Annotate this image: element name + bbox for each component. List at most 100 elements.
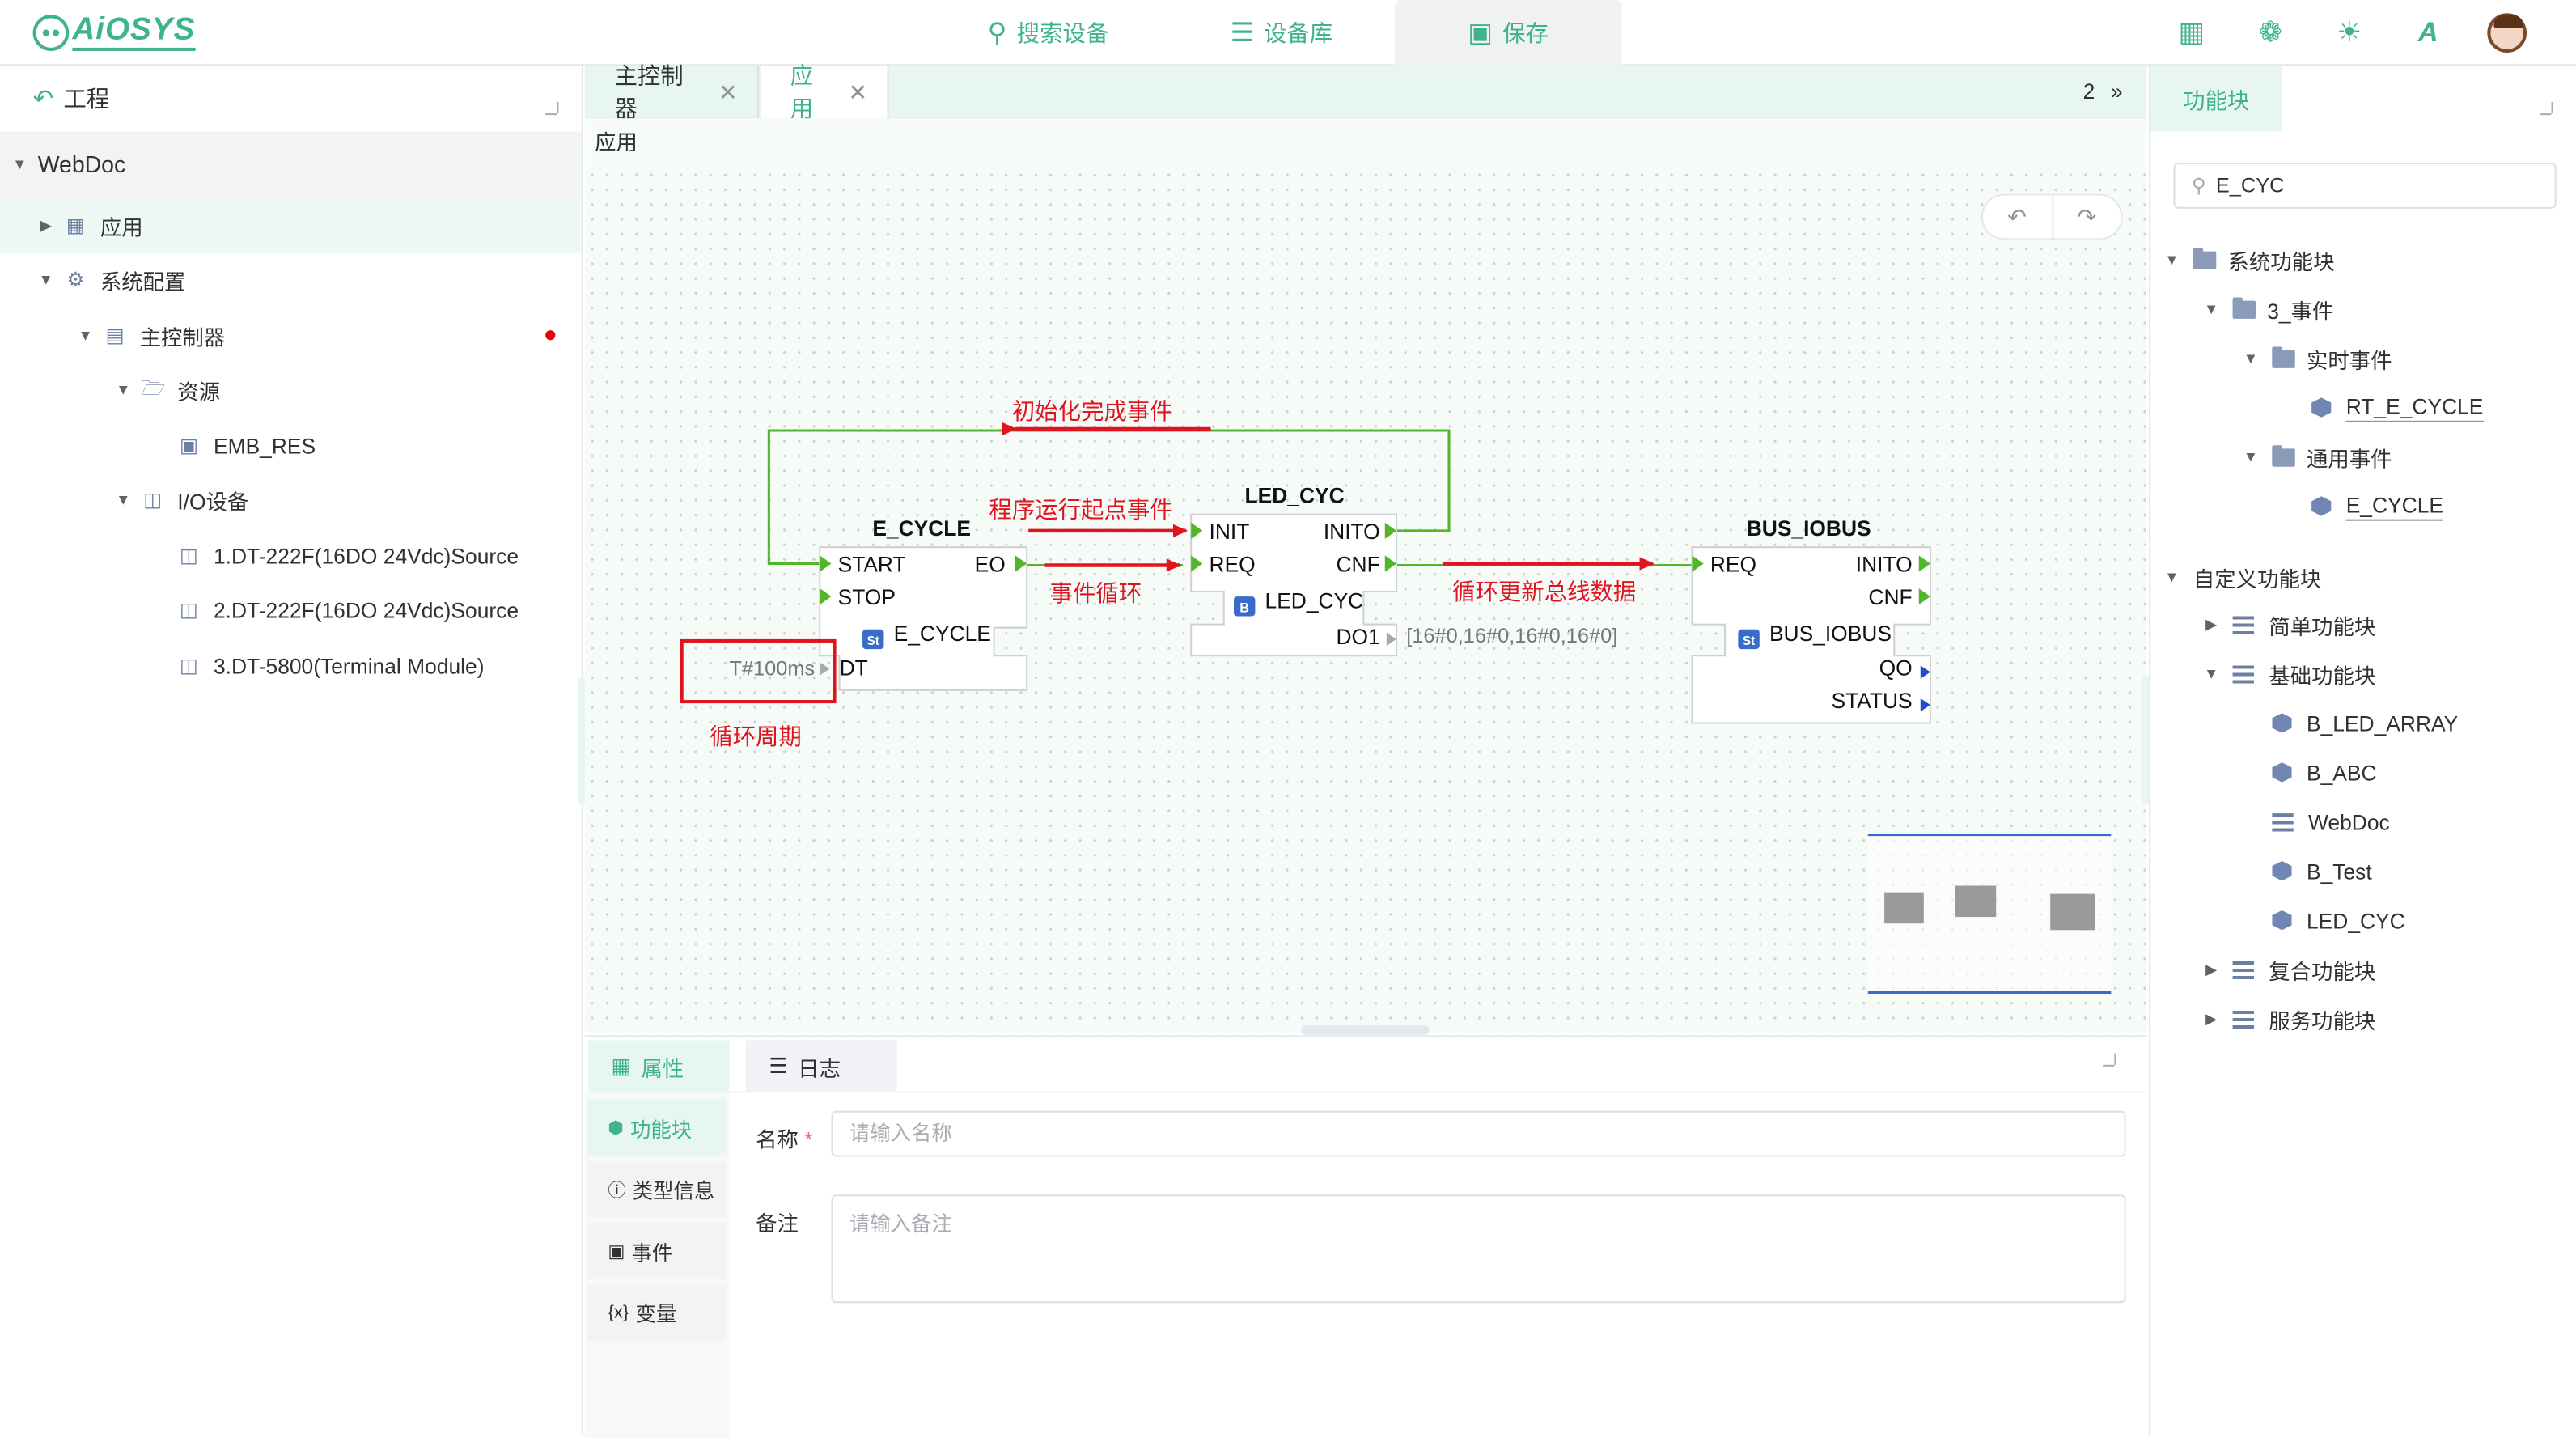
tab-properties[interactable]: ▦ 属性 (587, 1040, 730, 1093)
tree-item-resource[interactable]: ▼ 🗁 资源 (0, 362, 582, 418)
theme-sun-icon[interactable]: ☀ (2310, 6, 2388, 59)
module-icon: ◫ (180, 598, 199, 621)
name-input[interactable] (831, 1110, 2126, 1157)
close-icon[interactable]: ✕ (848, 78, 867, 106)
menu-variables[interactable]: {x} 变量 (587, 1283, 727, 1340)
tree-events[interactable]: ▼ 3_事件 (2203, 286, 2333, 332)
caret-down-icon[interactable]: ▼ (115, 491, 131, 507)
search-device-button[interactable]: ⚲ 搜索设备 (933, 0, 1163, 66)
menu-label: 变量 (635, 1303, 677, 1326)
tab-log[interactable]: ☰ 日志 (745, 1040, 897, 1093)
tree-b-abc[interactable]: B_ABC (2272, 749, 2377, 795)
fb-led-cyc[interactable]: LED_CYC INIT REQ INITO CNF B LED_CYC DO1 (1190, 483, 1398, 657)
param-do1-value[interactable]: [16#0,16#0,16#0,16#0] (1406, 625, 1617, 647)
tree-custom-blocks[interactable]: ▼ 自定义功能块 (2163, 554, 2321, 600)
note-label: 备注 (756, 1206, 799, 1237)
translate-icon[interactable]: ▦ (2152, 6, 2231, 59)
tab-function-blocks[interactable]: 功能块 (2150, 66, 2282, 132)
tree-realtime-events[interactable]: ▼ 实时事件 (2243, 335, 2392, 381)
tree-led-cyc[interactable]: LED_CYC (2272, 897, 2405, 944)
port-inito: INITO (1324, 520, 1380, 544)
tree-simple-blocks[interactable]: ▶ 简单功能块 (2203, 601, 2375, 647)
caret-right-icon[interactable]: ▶ (2203, 1010, 2219, 1028)
cube-icon (2272, 762, 2292, 783)
collapse-panel-icon[interactable] (2540, 101, 2562, 125)
note-textarea[interactable] (831, 1194, 2126, 1304)
tree-root-webdoc[interactable]: ▼ WebDoc (0, 131, 582, 197)
tree-item-emb-res[interactable]: ▣ EMB_RES (0, 418, 582, 473)
search-device-label: 搜索设备 (1016, 19, 1109, 46)
font-size-icon[interactable]: A (2388, 6, 2467, 59)
collapse-panel-icon[interactable] (545, 101, 568, 125)
collapse-panel-icon[interactable] (2103, 1053, 2125, 1076)
menu-type-info[interactable]: ⓘ 类型信息 (587, 1160, 727, 1217)
tree-item-system-config[interactable]: ▼ ⚙ 系统配置 (0, 252, 582, 308)
tree-item-label: EMB_RES (213, 433, 316, 458)
tree-service-blocks[interactable]: ▶ 服务功能块 (2203, 996, 2375, 1042)
folder-icon (2272, 346, 2295, 367)
double-chevron-right-icon[interactable]: » (2111, 78, 2123, 103)
tree-basic-blocks[interactable]: ▼ 基础功能块 (2203, 651, 2375, 697)
caret-right-icon[interactable]: ▶ (2203, 961, 2219, 978)
caret-right-icon[interactable]: ▶ (38, 216, 54, 234)
properties-side-menu: ⬢ 功能块 ⓘ 类型信息 ▣ 事件 {x} 变量 (587, 1099, 727, 1346)
tree-label: E_CYCLE (2345, 492, 2444, 520)
caret-down-icon[interactable]: ▼ (2243, 448, 2259, 464)
minimap[interactable] (1867, 834, 2112, 995)
caret-down-icon[interactable]: ▼ (2243, 350, 2259, 367)
fb-bus-iobus[interactable]: BUS_IOBUS REQ INITO CNF St BUS_IOBUS QO … (1691, 516, 1931, 724)
tree-item-io-module-2[interactable]: ◫ 2.DT-222F(16DO 24Vdc)Source (0, 582, 582, 638)
calendar-icon: ▣ (608, 1241, 625, 1262)
close-icon[interactable]: ✕ (718, 78, 738, 106)
menu-events[interactable]: ▣ 事件 (587, 1222, 727, 1279)
diagram-canvas[interactable]: ↶ ↷ E_CYCLE START STOP EO St E_CYCLE DT … (584, 168, 2146, 1033)
save-icon: ▣ (1468, 19, 1493, 48)
library-search-input[interactable] (2215, 174, 2528, 197)
tree-rt-e-cycle[interactable]: RT_E_CYCLE (2311, 384, 2484, 431)
tab-app[interactable]: 应用 ✕ (761, 62, 889, 121)
tree-item-label: 资源 (177, 379, 221, 404)
fb-e-cycle[interactable]: E_CYCLE START STOP EO St E_CYCLE DT (819, 516, 1028, 691)
back-arrow-icon[interactable]: ↶ (33, 84, 54, 114)
palette-icon[interactable]: ❁ (2231, 6, 2310, 59)
caret-down-icon[interactable]: ▼ (2203, 665, 2219, 681)
tree-b-test[interactable]: B_Test (2272, 848, 2372, 894)
param-dt-value[interactable]: T#100ms (729, 658, 815, 681)
module-icon: ◫ (180, 544, 199, 567)
tree-label: 3_事件 (2267, 298, 2334, 324)
caret-down-icon[interactable]: ▼ (2163, 252, 2180, 268)
tree-composite-blocks[interactable]: ▶ 复合功能块 (2203, 947, 2375, 993)
document-tab-bar: 主控制器 ✕ 应用 ✕ 2 » (584, 62, 2146, 121)
tree-b-led-array[interactable]: B_LED_ARRAY (2272, 700, 2458, 746)
io-icon: ◫ (143, 488, 163, 511)
tree-e-cycle[interactable]: E_CYCLE (2311, 483, 2444, 529)
tree-system-blocks[interactable]: ▼ 系统功能块 (2163, 236, 2335, 282)
tree-item-io-devices[interactable]: ▼ ◫ I/O设备 (0, 472, 582, 528)
caret-down-icon[interactable]: ▼ (77, 327, 93, 343)
caret-down-icon[interactable]: ▼ (11, 156, 28, 172)
tree-general-events[interactable]: ▼ 通用事件 (2243, 434, 2392, 480)
tree-item-main-controller[interactable]: ▼ ▤ 主控制器 (0, 308, 582, 363)
tree-item-app[interactable]: ▶ ▦ 应用 (0, 197, 582, 253)
tree-label: 实时事件 (2306, 347, 2392, 372)
caret-down-icon[interactable]: ▼ (2203, 301, 2219, 317)
fb-e-cycle-name: E_CYCLE (872, 516, 971, 541)
tab-overflow[interactable]: 2 » (2083, 78, 2123, 103)
project-header[interactable]: ↶ 工程 (0, 66, 582, 131)
tree-item-io-module-3[interactable]: ◫ 3.DT-5800(Terminal Module) (0, 638, 582, 694)
save-button[interactable]: ▣ 保存 (1394, 0, 1622, 66)
caret-right-icon[interactable]: ▶ (2203, 615, 2219, 633)
caret-down-icon[interactable]: ▼ (2163, 569, 2180, 585)
caret-down-icon[interactable]: ▼ (38, 271, 54, 287)
device-library-button[interactable]: ☰ 设备库 (1167, 0, 1396, 66)
info-icon: ⓘ (608, 1180, 626, 1201)
library-search[interactable]: ⚲ (2173, 163, 2557, 209)
menu-function-block[interactable]: ⬢ 功能块 (587, 1099, 727, 1156)
port-stop: STOP (838, 585, 896, 609)
tree-item-io-module-1[interactable]: ◫ 1.DT-222F(16DO 24Vdc)Source (0, 528, 582, 583)
caret-down-icon[interactable]: ▼ (115, 381, 131, 397)
tab-main-controller[interactable]: 主控制器 ✕ (585, 62, 760, 121)
user-avatar[interactable] (2468, 6, 2546, 59)
vertical-resize-handle[interactable] (1301, 1025, 1430, 1036)
tree-webdoc[interactable]: WebDoc (2272, 799, 2390, 845)
